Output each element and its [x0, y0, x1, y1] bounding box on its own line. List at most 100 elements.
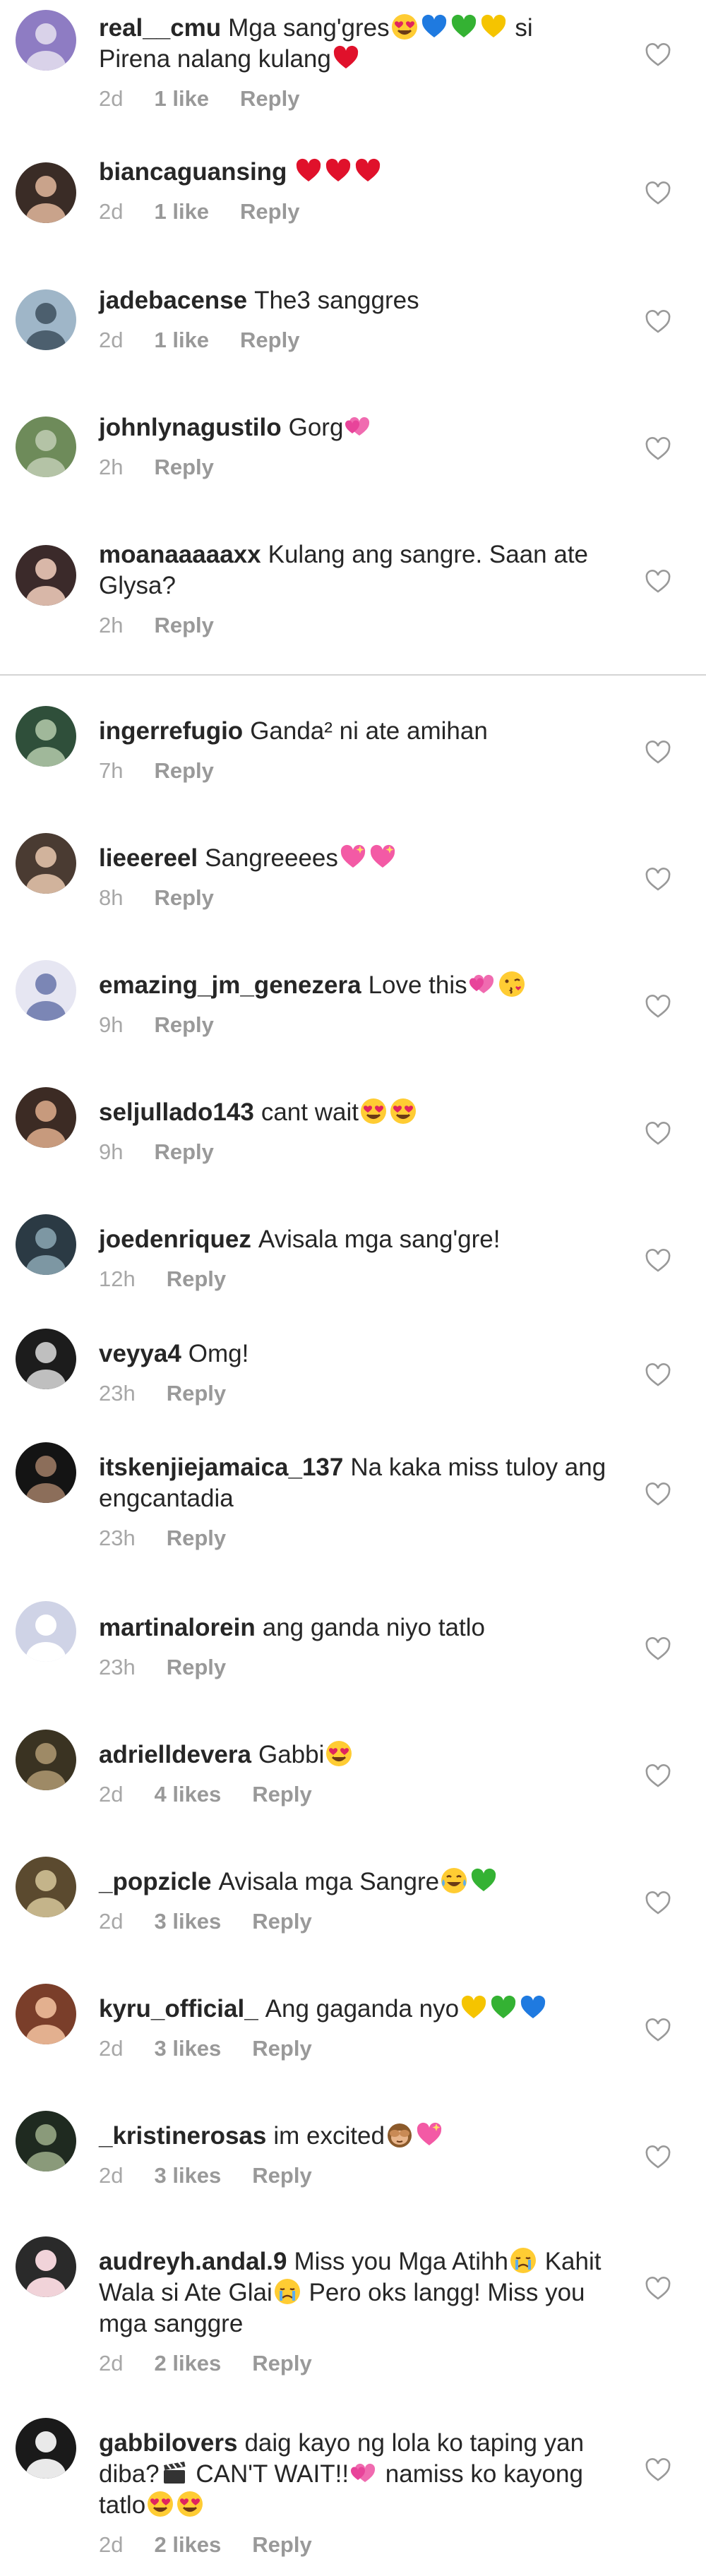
comment-likes-count[interactable]: 3 likes	[154, 2163, 221, 2188]
avatar[interactable]	[16, 417, 76, 477]
comment-body: martinalorein ang ganda niyo tatlo	[99, 1612, 607, 1643]
like-heart-icon[interactable]	[644, 993, 672, 1021]
reply-button[interactable]: Reply	[252, 1909, 311, 1934]
comment-likes-count[interactable]: 1 like	[154, 86, 209, 111]
like-heart-icon[interactable]	[644, 2275, 672, 2303]
comment-likes-count[interactable]: 3 likes	[154, 2036, 221, 2061]
comment-likes-count[interactable]: 1 like	[154, 328, 209, 352]
comment-username[interactable]: _popzicle	[99, 1868, 211, 1895]
avatar[interactable]	[16, 1984, 76, 2044]
comment-username[interactable]: lieeereel	[99, 844, 198, 872]
reply-button[interactable]: Reply	[252, 2036, 311, 2061]
heart-eyes-emoji-icon	[359, 1098, 388, 1126]
like-heart-icon[interactable]	[644, 1361, 672, 1389]
avatar[interactable]	[16, 1857, 76, 1917]
emoji-group	[385, 2122, 444, 2150]
comment-body: johnlynagustilo Gorg	[99, 412, 607, 443]
comment-username[interactable]: moanaaaaaxx	[99, 541, 261, 568]
comment-username[interactable]: johnlynagustilo	[99, 414, 282, 441]
comment-likes-count[interactable]: 4 likes	[154, 1782, 221, 1807]
avatar[interactable]	[16, 162, 76, 223]
comment-timestamp: 2d	[99, 2163, 124, 2188]
comment-username[interactable]: martinalorein	[99, 1614, 256, 1641]
like-heart-icon[interactable]	[644, 2143, 672, 2171]
avatar[interactable]	[16, 545, 76, 606]
avatar[interactable]	[16, 1087, 76, 1148]
reply-button[interactable]: Reply	[154, 1139, 213, 1164]
comment-username[interactable]: biancaguansing	[99, 158, 287, 186]
heart-eyes-emoji-icon	[324, 1741, 354, 1768]
avatar[interactable]	[16, 1442, 76, 1503]
comment-username[interactable]: gabbilovers	[99, 2429, 237, 2457]
comment-username[interactable]: audreyh.andal.9	[99, 2248, 287, 2275]
comment-likes-count[interactable]: 1 like	[154, 199, 209, 224]
comment-meta: 2d 2 likes Reply	[99, 2351, 312, 2376]
avatar[interactable]	[16, 10, 76, 71]
comment-body: audreyh.andal.9 Miss you Mga Atihh Kahit …	[99, 2246, 607, 2340]
avatar[interactable]	[16, 1601, 76, 1662]
reply-button[interactable]: Reply	[154, 613, 213, 637]
like-heart-icon[interactable]	[644, 179, 672, 208]
like-heart-icon[interactable]	[644, 1247, 672, 1275]
like-heart-icon[interactable]	[644, 1120, 672, 1148]
reply-button[interactable]: Reply	[167, 1266, 226, 1291]
reply-button[interactable]: Reply	[240, 86, 299, 111]
like-heart-icon[interactable]	[644, 568, 672, 596]
yellow-heart-emoji-icon	[459, 1995, 489, 2023]
reply-button[interactable]: Reply	[154, 1012, 213, 1037]
comment-likes-count[interactable]: 3 likes	[154, 1909, 221, 1934]
reply-button[interactable]: Reply	[167, 1655, 226, 1679]
comment-likes-count[interactable]: 2 likes	[154, 2351, 221, 2376]
comment-username[interactable]: seljullado143	[99, 1098, 254, 1126]
comment-username[interactable]: emazing_jm_genezera	[99, 971, 361, 999]
avatar[interactable]	[16, 2236, 76, 2297]
like-heart-icon[interactable]	[644, 1889, 672, 1917]
reply-button[interactable]: Reply	[240, 199, 299, 224]
comment-likes-count[interactable]: 2 likes	[154, 2532, 221, 2557]
reply-button[interactable]: Reply	[154, 758, 213, 783]
like-heart-icon[interactable]	[644, 2456, 672, 2484]
like-heart-icon[interactable]	[644, 41, 672, 69]
reply-button[interactable]: Reply	[167, 1526, 226, 1550]
like-heart-icon[interactable]	[644, 308, 672, 336]
comment-username[interactable]: itskenjiejamaica_137	[99, 1454, 343, 1481]
comment-username[interactable]: adrielldevera	[99, 1741, 251, 1768]
avatar[interactable]	[16, 289, 76, 350]
avatar[interactable]	[16, 1214, 76, 1275]
crying-face-emoji-icon	[273, 2279, 302, 2306]
avatar[interactable]	[16, 1730, 76, 1790]
yellow-heart-emoji-icon	[479, 14, 508, 42]
reply-button[interactable]: Reply	[240, 328, 299, 352]
like-heart-icon[interactable]	[644, 738, 672, 767]
comment-meta: 8h Reply	[99, 885, 214, 911]
avatar[interactable]	[16, 960, 76, 1021]
comment-username[interactable]: _kristinerosas	[99, 2122, 266, 2150]
comment-username[interactable]: joedenriquez	[99, 1226, 251, 1253]
avatar[interactable]	[16, 833, 76, 894]
reply-button[interactable]: Reply	[154, 455, 213, 479]
comment-username[interactable]: real__cmu	[99, 14, 221, 42]
blue-heart-emoji-icon	[419, 14, 449, 42]
like-heart-icon[interactable]	[644, 1762, 672, 1790]
reply-button[interactable]: Reply	[252, 2351, 311, 2376]
avatar[interactable]	[16, 706, 76, 767]
reply-button[interactable]: Reply	[252, 2532, 311, 2557]
reply-button[interactable]: Reply	[167, 1381, 226, 1406]
like-heart-icon[interactable]	[644, 1635, 672, 1663]
comment-text: Mga sang'gres	[228, 14, 390, 42]
comment-username[interactable]: kyru_official_	[99, 1995, 258, 2023]
comment-username[interactable]: veyya4	[99, 1340, 181, 1367]
avatar[interactable]	[16, 1329, 76, 1389]
like-heart-icon[interactable]	[644, 435, 672, 463]
like-heart-icon[interactable]	[644, 865, 672, 894]
like-heart-icon[interactable]	[644, 2016, 672, 2044]
like-heart-icon[interactable]	[644, 1480, 672, 1509]
comment-username[interactable]: jadebacense	[99, 287, 247, 314]
avatar[interactable]	[16, 2111, 76, 2171]
comment-body: joedenriquez Avisala mga sang'gre!	[99, 1224, 607, 1255]
avatar[interactable]	[16, 2418, 76, 2479]
reply-button[interactable]: Reply	[252, 1782, 311, 1807]
reply-button[interactable]: Reply	[154, 885, 213, 910]
reply-button[interactable]: Reply	[252, 2163, 311, 2188]
comment-username[interactable]: ingerrefugio	[99, 717, 243, 745]
